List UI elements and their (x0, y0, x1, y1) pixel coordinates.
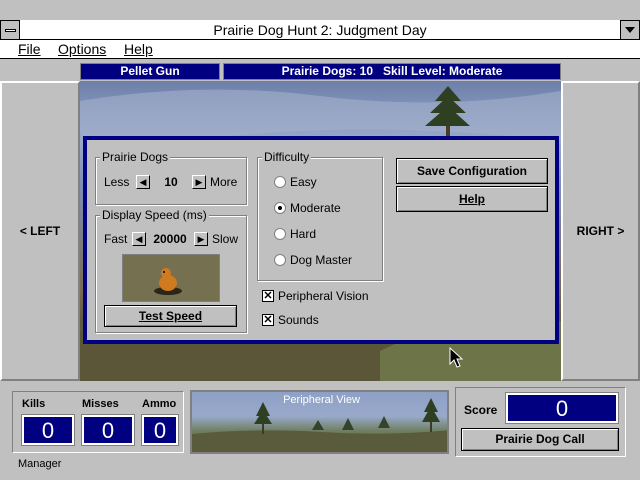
display-speed-value: 20000 (148, 232, 192, 246)
slow-label: Slow (212, 232, 239, 246)
misses-display: 0 (81, 414, 135, 446)
menu-help-label: Help (124, 41, 153, 57)
fast-label: Fast (104, 232, 128, 246)
radio-moderate[interactable] (274, 202, 286, 214)
peripheral-vision-checkbox[interactable]: ✕ (262, 290, 274, 302)
weapon-label: Pellet Gun (80, 63, 220, 80)
radio-moderate-label: Moderate (290, 201, 341, 215)
test-speed-label: Test Speed (138, 309, 203, 323)
prairie-dogs-label: Prairie Dogs (100, 150, 171, 164)
help-button[interactable]: Help (396, 186, 548, 212)
peripheral-view-label: Peripheral View (283, 394, 360, 406)
system-menu-button[interactable] (0, 20, 20, 40)
radio-dog-master[interactable] (274, 254, 286, 266)
faster-button[interactable]: ◀ (132, 232, 146, 246)
sounds-label: Sounds (278, 313, 319, 327)
slower-button[interactable]: ▶ (194, 232, 208, 246)
game-info-label: Prairie Dogs: 10 Skill Level: Moderate (223, 63, 561, 80)
more-label: More (210, 175, 238, 189)
prairie-dog-icon (123, 255, 219, 301)
maximize-button[interactable] (620, 20, 640, 40)
right-button[interactable]: RIGHT > (561, 81, 640, 381)
configuration-dialog: Prairie Dogs Less ◀ 10 ▶ More Display Sp… (83, 136, 559, 344)
menu-help[interactable]: Help (118, 40, 159, 58)
menu-file-label: File (18, 41, 41, 57)
save-configuration-button[interactable]: Save Configuration (396, 158, 548, 184)
kills-display: 0 (21, 414, 75, 446)
kills-label: Kills (22, 398, 46, 410)
prairie-dog-call-button[interactable]: Prairie Dog Call (461, 428, 619, 451)
score-display: 0 (505, 392, 619, 424)
radio-easy-label: Easy (290, 175, 317, 189)
radio-dog-master-label: Dog Master (290, 253, 353, 267)
menu-options[interactable]: Options (52, 40, 112, 58)
decrease-dogs-button[interactable]: ◀ (136, 175, 150, 189)
speed-preview-image (122, 254, 220, 302)
score-label: Score (464, 403, 498, 417)
prairie-dogs-group: Prairie Dogs Less ◀ 10 ▶ More (95, 150, 247, 205)
sounds-checkbox[interactable]: ✕ (262, 314, 274, 326)
ammo-display: 0 (141, 414, 179, 446)
radio-hard[interactable] (274, 228, 286, 240)
menu-file[interactable]: File (12, 40, 47, 58)
ammo-label: Ammo (142, 398, 177, 410)
misses-label: Misses (82, 398, 119, 410)
help-label: Help (458, 192, 485, 206)
peripheral-view: Peripheral View (190, 390, 449, 454)
peripheral-vision-label: Peripheral Vision (278, 289, 369, 303)
test-speed-button[interactable]: Test Speed (104, 305, 237, 327)
display-speed-label: Display Speed (ms) (100, 208, 209, 222)
prairie-dogs-value: 10 (152, 175, 190, 189)
system-menu-icon (5, 29, 16, 32)
difficulty-group: Difficulty Easy Moderate Hard Dog Master (257, 150, 383, 281)
save-configuration-label: Save Configuration (416, 164, 527, 178)
radio-hard-label: Hard (290, 227, 317, 241)
left-button[interactable]: < LEFT (0, 81, 80, 381)
radio-easy[interactable] (274, 176, 286, 188)
menu-options-label: Options (58, 41, 107, 57)
window-title: Prairie Dog Hunt 2: Judgment Day (213, 22, 427, 38)
less-label: Less (104, 175, 130, 189)
chevron-down-icon (625, 27, 635, 33)
difficulty-label: Difficulty (262, 150, 312, 164)
taskbar-manager-label: Manager (18, 458, 62, 470)
increase-dogs-button[interactable]: ▶ (192, 175, 206, 189)
